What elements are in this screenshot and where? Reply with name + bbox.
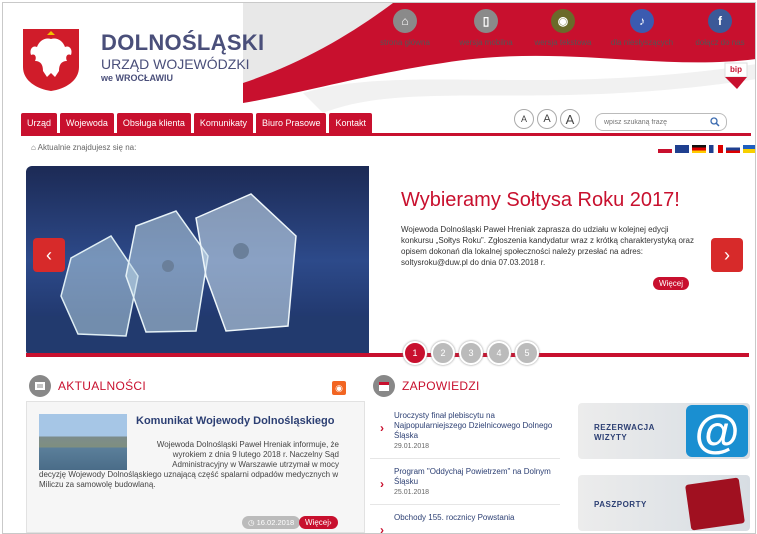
- chevron-right-icon: ›: [724, 244, 730, 265]
- search-input[interactable]: [602, 117, 706, 127]
- news-date: ◷ 16.02.2018: [242, 516, 301, 529]
- eye-icon: ◉: [551, 9, 575, 33]
- flag-fr-icon[interactable]: [709, 145, 723, 153]
- site-location: we WROCŁAWIU: [101, 73, 173, 83]
- slide-more-button[interactable]: Więcej: [653, 277, 690, 290]
- news-more-button[interactable]: Więcej›: [299, 516, 338, 529]
- slider-dot[interactable]: 1: [403, 341, 427, 365]
- flag-ua-icon[interactable]: [743, 145, 755, 153]
- menu-item-wojewoda[interactable]: Wojewoda: [60, 113, 114, 133]
- main-menu: Urząd Wojewoda Obsługa klienta Komunikat…: [21, 113, 373, 133]
- bip-label: bip: [730, 65, 742, 74]
- tile-label: REZERWACJA WIZYTY: [594, 423, 655, 442]
- site-title: DOLNOŚLĄSKI: [101, 30, 265, 55]
- site-subtitle: URZĄD WOJEWÓDZKI: [101, 56, 250, 72]
- event-title[interactable]: Obchody 155. rocznicy Powstania: [394, 513, 560, 523]
- hearing-icon: ♪: [630, 9, 654, 33]
- menu-item-urzad[interactable]: Urząd: [21, 113, 58, 133]
- list-item[interactable]: › Program "Oddychaj Powietrzem" na Dolny…: [370, 459, 560, 505]
- calendar-icon: [373, 375, 395, 397]
- topnav-facebook-label: dołącz do nas: [695, 38, 745, 47]
- home-icon: ⌂: [393, 9, 417, 33]
- at-sign-icon: @: [686, 405, 748, 457]
- menu-item-kontakt[interactable]: Kontakt: [329, 113, 373, 133]
- slider-dot[interactable]: 5: [515, 341, 539, 365]
- chevron-right-icon: ›: [380, 523, 384, 534]
- newspaper-icon: [29, 375, 51, 397]
- events-section-title[interactable]: ZAPOWIEDZI: [402, 379, 480, 393]
- news-thumbnail[interactable]: [39, 414, 127, 470]
- font-small-button[interactable]: A: [514, 109, 534, 129]
- menu-underline: [21, 133, 751, 136]
- flag-en-icon[interactable]: [675, 145, 689, 153]
- flag-ru-icon[interactable]: [726, 145, 740, 153]
- chevron-left-icon: ‹: [46, 244, 52, 265]
- topnav-home[interactable]: ⌂ strona główna: [370, 9, 440, 47]
- list-item[interactable]: › Uroczysty finał plebiscytu na Najpopul…: [370, 403, 560, 459]
- tile-paszporty[interactable]: PASZPORTY: [578, 475, 750, 531]
- eagle-emblem-icon: [23, 29, 79, 91]
- event-title[interactable]: Program "Oddychaj Powietrzem" na Dolnym …: [394, 467, 560, 487]
- topnav-home-label: strona główna: [380, 38, 430, 47]
- news-item-text-continued: decyzję Wojewody Dolnośląskiego uznającą…: [39, 470, 339, 489]
- font-medium-button[interactable]: A: [537, 109, 557, 129]
- event-date: 25.01.2018: [394, 489, 430, 496]
- passport-icon: [685, 477, 745, 531]
- news-slider: Wybieramy Sołtysa Roku 2017! Wojewoda Do…: [26, 166, 749, 356]
- slider-bar: [26, 353, 749, 357]
- slider-prev-button[interactable]: ‹: [33, 238, 65, 272]
- breadcrumb: ⌂ Aktualnie znajdujesz się na:: [31, 143, 137, 152]
- search-box: [595, 113, 727, 131]
- events-list: › Uroczysty finał plebiscytu na Najpopul…: [370, 403, 560, 534]
- topnav-hearing-label: dla niesłyszących: [610, 38, 674, 47]
- rss-icon[interactable]: ◉: [332, 381, 346, 395]
- slider-next-button[interactable]: ›: [711, 238, 743, 272]
- list-item[interactable]: › Obchody 155. rocznicy Powstania: [370, 505, 560, 534]
- slider-pagination: 1 2 3 4 5: [403, 341, 539, 365]
- news-section-title[interactable]: AKTUALNOŚCI: [58, 379, 146, 393]
- flag-de-icon[interactable]: [692, 145, 706, 153]
- slide-text: Wojewoda Dolnośląski Paweł Hreniak zapra…: [401, 225, 695, 267]
- slider-dot[interactable]: 3: [459, 341, 483, 365]
- slide-photo: [26, 166, 369, 356]
- chevron-right-icon: ›: [380, 421, 384, 435]
- tile-label: PASZPORTY: [594, 500, 647, 509]
- news-item: Komunikat Wojewody Dolnośląskiego Wojewo…: [26, 401, 365, 533]
- menu-item-obsluga-klienta[interactable]: Obsługa klienta: [116, 113, 191, 133]
- topnav-hearing[interactable]: ♪ dla niesłyszących: [607, 9, 677, 47]
- chevron-right-icon: ›: [380, 477, 384, 491]
- language-flags: [658, 145, 755, 153]
- event-title[interactable]: Uroczysty finał plebiscytu na Najpopular…: [394, 411, 560, 441]
- slider-dot[interactable]: 4: [487, 341, 511, 365]
- page: DOLNOŚLĄSKI URZĄD WOJEWÓDZKI we WROCŁAWI…: [2, 2, 756, 534]
- topnav-mobile[interactable]: ▯ wersja mobilna: [451, 9, 521, 47]
- topnav-facebook[interactable]: f dołącz do nas: [685, 9, 755, 47]
- mobile-icon: ▯: [474, 9, 498, 33]
- font-large-button[interactable]: A: [560, 109, 580, 129]
- topnav-text-label: wersja tekstowa: [534, 38, 592, 47]
- font-size-controls: A A A: [514, 109, 580, 129]
- menu-item-komunikaty[interactable]: Komunikaty: [193, 113, 253, 133]
- news-item-title[interactable]: Komunikat Wojewody Dolnośląskiego: [136, 415, 334, 427]
- topnav-text[interactable]: ◉ wersja tekstowa: [528, 9, 598, 47]
- bip-link[interactable]: bip: [723, 61, 749, 91]
- news-item-text: Wojewoda Dolnośląski Paweł Hreniak infor…: [156, 440, 339, 469]
- facebook-icon: f: [708, 9, 732, 33]
- topnav-mobile-label: wersja mobilna: [459, 38, 513, 47]
- event-date: 29.01.2018: [394, 443, 430, 450]
- slider-dot[interactable]: 2: [431, 341, 455, 365]
- search-icon[interactable]: [710, 117, 720, 127]
- menu-item-biuro-prasowe[interactable]: Biuro Prasowe: [255, 113, 327, 133]
- flag-pl-icon[interactable]: [658, 145, 672, 153]
- tile-rezerwacja-wizyty[interactable]: REZERWACJA WIZYTY @: [578, 403, 750, 459]
- slide-title[interactable]: Wybieramy Sołtysa Roku 2017!: [401, 189, 680, 212]
